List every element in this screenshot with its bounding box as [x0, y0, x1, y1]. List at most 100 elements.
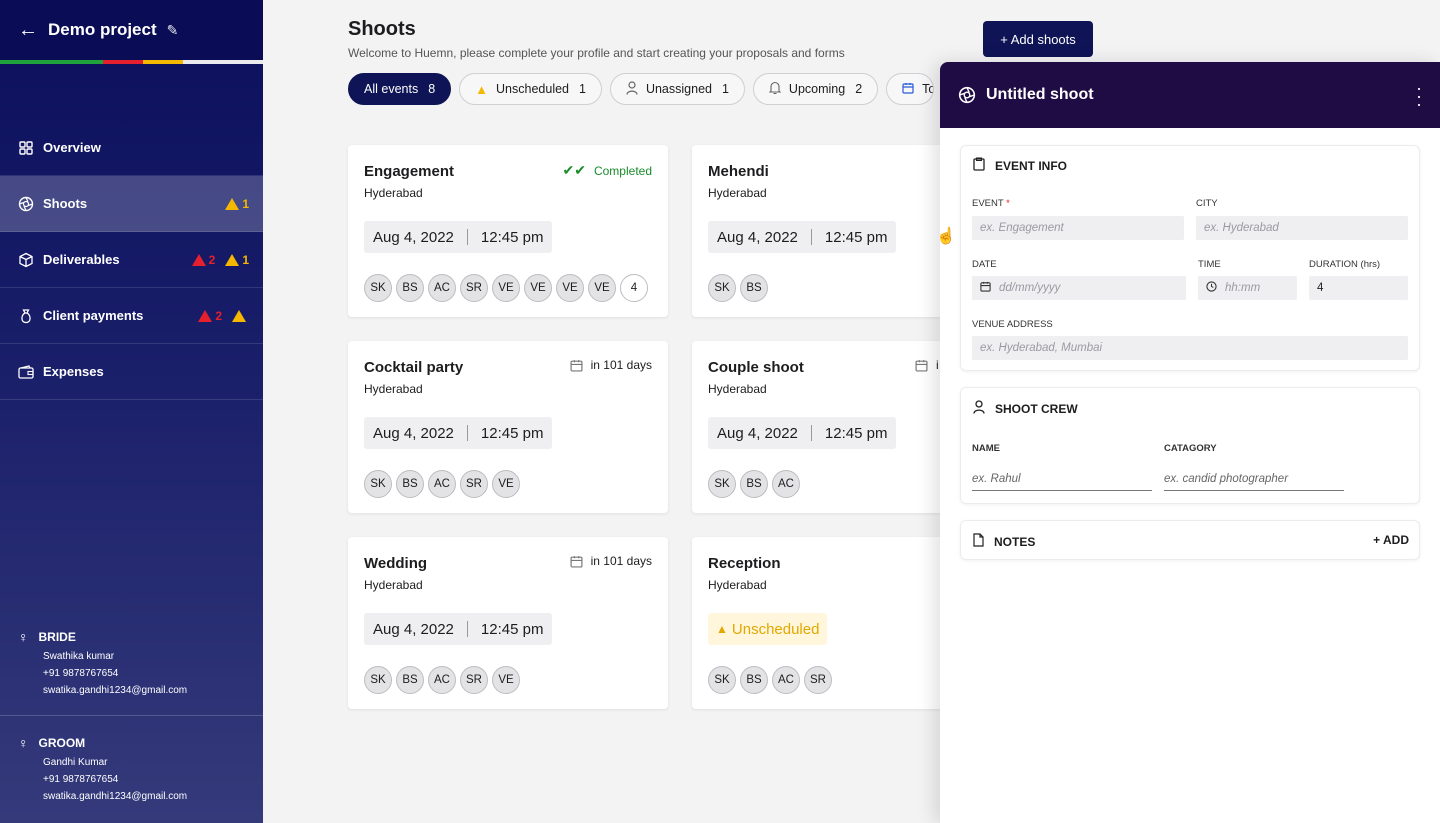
female-icon: ♀ [18, 735, 29, 751]
groom-role: GROOM [38, 736, 86, 750]
status-badge: in 101 days [570, 358, 652, 372]
duration-label: DURATION (hrs) [1309, 259, 1381, 270]
warning-badge: 1 [225, 253, 249, 267]
crew-category-input[interactable]: ex. candid photographer [1164, 467, 1344, 491]
avatar[interactable]: SK [364, 666, 392, 694]
card-title: Engagement [364, 163, 455, 180]
avatar[interactable]: VE [492, 470, 520, 498]
avatar[interactable]: BS [740, 274, 768, 302]
warning-icon [232, 309, 246, 322]
color-stripe [0, 60, 263, 64]
document-icon [973, 533, 984, 550]
sidebar-divider [0, 715, 263, 716]
duration-input[interactable]: 4 [1309, 276, 1408, 300]
date-input[interactable]: dd/mm/yyyy [972, 276, 1186, 300]
add-note-button[interactable]: + ADD [1373, 533, 1409, 547]
sidebar-item-expenses[interactable]: Expenses [0, 344, 263, 400]
bride-info: ♀ BRIDE Swathika kumar +91 9878767654 swa… [0, 629, 263, 696]
bell-icon [768, 81, 782, 98]
avatar[interactable]: SK [364, 470, 392, 498]
card-city: Hyderabad [364, 382, 423, 396]
sidebar-item-label: Shoots [43, 196, 88, 211]
avatar[interactable]: AC [428, 470, 456, 498]
error-icon [198, 309, 213, 322]
avatar[interactable]: VE [556, 274, 584, 302]
avatar[interactable]: VE [492, 274, 520, 302]
avatar[interactable]: SR [460, 666, 488, 694]
card-city: Hyderabad [708, 382, 767, 396]
error-badge: 2 [198, 309, 222, 323]
filter-all-events[interactable]: All events 8 [348, 73, 452, 105]
avatar[interactable]: AC [428, 666, 456, 694]
sidebar: ← Demo project ✎ Overview Shoots 1 Deliv… [0, 0, 263, 823]
avatar[interactable]: BS [396, 470, 424, 498]
event-input[interactable]: ex. Engagement [972, 216, 1184, 240]
avatar[interactable]: SR [460, 470, 488, 498]
event-label: EVENT * [972, 198, 1010, 209]
female-icon: ♀ [18, 629, 29, 645]
money-bag-icon [18, 308, 34, 324]
avatar[interactable]: BS [740, 470, 768, 498]
avatar[interactable]: VE [524, 274, 552, 302]
avatar[interactable]: SK [708, 666, 736, 694]
card-datetime: Aug 4, 2022 12:45 pm [364, 613, 553, 645]
more-vertical-icon[interactable]: · · · [1416, 79, 1422, 113]
sidebar-item-shoots[interactable]: Shoots 1 [0, 176, 263, 232]
project-title: Demo project [48, 20, 157, 39]
card-datetime: Aug 4, 2022 12:45 pm [708, 221, 897, 253]
status-badge: i [915, 358, 939, 372]
crew-avatars: SK BS AC SR VE VE VE VE 4 [364, 274, 648, 302]
card-datetime: Aug 4, 2022 12:45 pm [364, 417, 553, 449]
shoot-card[interactable]: Engagement Hyderabad ✔✔ Completed Aug 4, … [348, 145, 668, 317]
grid-icon [18, 140, 34, 156]
aperture-icon [18, 196, 34, 212]
city-input[interactable]: ex. Hyderabad [1196, 216, 1408, 240]
filter-unassigned[interactable]: Unassigned 1 [609, 73, 745, 105]
avatar[interactable]: AC [772, 470, 800, 498]
more-avatars-count[interactable]: 4 [620, 274, 648, 302]
sidebar-item-deliverables[interactable]: Deliverables 2 1 [0, 232, 263, 288]
shoot-card[interactable]: Cocktail party Hyderabad in 101 days Aug… [348, 341, 668, 513]
avatar[interactable]: SK [708, 274, 736, 302]
wallet-icon [18, 364, 34, 380]
avatar[interactable]: BS [396, 274, 424, 302]
add-shoots-button[interactable]: + Add shoots [983, 21, 1093, 57]
filter-today[interactable]: To [886, 73, 935, 105]
city-label: CITY [1196, 198, 1218, 209]
crew-avatars: SK BS AC SR [708, 666, 832, 694]
avatar[interactable]: SR [460, 274, 488, 302]
avatar[interactable]: BS [740, 666, 768, 694]
sidebar-item-label: Client payments [43, 308, 144, 323]
avatar[interactable]: SR [804, 666, 832, 694]
filter-upcoming[interactable]: Upcoming 2 [752, 73, 879, 105]
avatar[interactable]: SK [364, 274, 392, 302]
pencil-icon[interactable]: ✎ [167, 22, 179, 39]
shoot-drawer: Untitled shoot · · · EVENT INFO EVENT * ex… [940, 62, 1440, 823]
shoot-crew-section: SHOOT CREW NAME ex. Rahul CATAGORY ex. c… [960, 387, 1420, 504]
double-check-icon: ✔✔ [562, 162, 586, 178]
avatar[interactable]: SK [708, 470, 736, 498]
shoot-card[interactable]: Wedding Hyderabad in 101 days Aug 4, 202… [348, 537, 668, 709]
card-title: Mehendi [708, 163, 769, 180]
sidebar-item-overview[interactable]: Overview [0, 120, 263, 176]
sidebar-item-client-payments[interactable]: Client payments 2 [0, 288, 263, 344]
page-title: Shoots [348, 18, 416, 40]
crew-avatars: SK BS [708, 274, 768, 302]
avatar[interactable]: VE [588, 274, 616, 302]
time-input[interactable]: hh:mm [1198, 276, 1297, 300]
arrow-left-icon[interactable]: ← [18, 19, 38, 42]
card-city: Hyderabad [708, 186, 767, 200]
venue-label: VENUE ADDRESS [972, 319, 1053, 330]
crew-name-input[interactable]: ex. Rahul [972, 467, 1152, 491]
venue-input[interactable]: ex. Hyderabad, Mumbai [972, 336, 1408, 360]
error-icon [191, 253, 206, 266]
groom-email: swatika.gandhi1234@gmail.com [43, 791, 188, 802]
filter-unscheduled[interactable]: ▲ Unscheduled 1 [459, 73, 602, 105]
crew-name-label: NAME [972, 443, 1000, 454]
avatar[interactable]: AC [772, 666, 800, 694]
calendar-icon [570, 359, 583, 372]
avatar[interactable]: VE [492, 666, 520, 694]
avatar[interactable]: AC [428, 274, 456, 302]
avatar[interactable]: BS [396, 666, 424, 694]
calendar-icon [570, 555, 583, 568]
